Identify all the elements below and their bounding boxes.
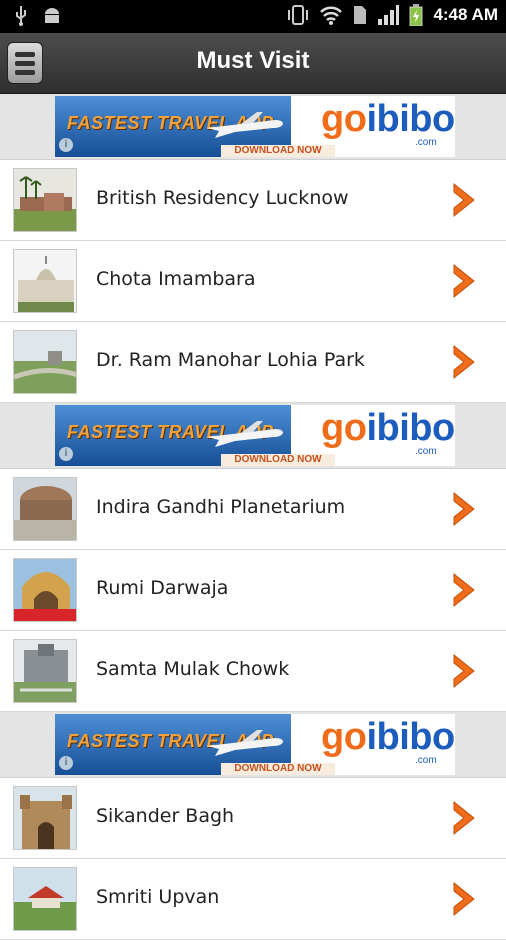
chevron-right-icon[interactable] [448,489,480,529]
place-thumbnail [13,477,77,541]
places-list: FASTEST TRAVEL APP i DOWNLOAD NOW goibib… [0,94,506,940]
chevron-right-icon[interactable] [448,879,480,919]
chevron-right-icon[interactable] [448,570,480,610]
place-thumbnail [13,786,77,850]
list-item[interactable]: Indira Gandhi Planetarium [0,469,506,550]
place-name: Indira Gandhi Planetarium [96,496,346,518]
clock: 4:48 AM [433,5,498,24]
ad-brand-suffix: .com [415,755,437,766]
airplane-icon [207,421,283,447]
signal-icon [378,5,400,25]
ad-brand-logo: goibibo [321,716,455,758]
list-item[interactable]: Rumi Darwaja [0,550,506,631]
app-header: Must Visit [0,33,506,94]
usb-icon [16,6,26,26]
list-item[interactable]: Dr. Ram Manohar Lohia Park [0,322,506,403]
battery-charging-icon [409,4,423,26]
ad-creative[interactable]: FASTEST TRAVEL APP i DOWNLOAD NOW goibib… [55,96,455,157]
sim-icon [354,6,367,24]
place-name: Rumi Darwaja [96,577,229,599]
page-title: Must Visit [196,47,310,74]
place-name: British Residency Lucknow [96,187,349,209]
place-thumbnail [13,249,77,313]
info-icon[interactable]: i [59,138,73,152]
ad-brand-logo: goibibo [321,407,455,449]
ad-banner[interactable]: FASTEST TRAVEL APP i DOWNLOAD NOW goibib… [0,94,506,160]
ad-brand-suffix: .com [415,137,437,148]
place-thumbnail [13,330,77,394]
info-icon[interactable]: i [59,756,73,770]
wifi-icon [320,6,343,25]
ad-banner[interactable]: FASTEST TRAVEL APP i DOWNLOAD NOW goibib… [0,712,506,778]
ad-banner[interactable]: FASTEST TRAVEL APP i DOWNLOAD NOW goibib… [0,403,506,469]
place-name: Dr. Ram Manohar Lohia Park [96,349,365,371]
chevron-right-icon[interactable] [448,180,480,220]
airplane-icon [207,730,283,756]
list-item[interactable]: Chota Imambara [0,241,506,322]
chevron-right-icon[interactable] [448,798,480,838]
android-icon [45,8,59,23]
ad-download-now[interactable]: DOWNLOAD NOW [221,454,335,466]
chevron-right-icon[interactable] [448,261,480,301]
ad-brand-suffix: .com [415,446,437,457]
ad-download-now[interactable]: DOWNLOAD NOW [221,145,335,157]
list-item[interactable]: Samta Mulak Chowk [0,631,506,712]
place-thumbnail [13,168,77,232]
place-name: Samta Mulak Chowk [96,658,290,680]
info-icon[interactable]: i [59,447,73,461]
place-name: Sikander Bagh [96,805,235,827]
ad-creative[interactable]: FASTEST TRAVEL APP i DOWNLOAD NOW goibib… [55,405,455,466]
status-bar: 4:48 AM [0,0,506,33]
airplane-icon [207,112,283,138]
place-name: Chota Imambara [96,268,256,290]
vibrate-icon [288,5,309,25]
place-thumbnail [13,558,77,622]
place-thumbnail [13,867,77,931]
chevron-right-icon[interactable] [448,342,480,382]
list-item[interactable]: British Residency Lucknow [0,160,506,241]
ad-download-now[interactable]: DOWNLOAD NOW [221,763,335,775]
chevron-right-icon[interactable] [448,651,480,691]
ad-creative[interactable]: FASTEST TRAVEL APP i DOWNLOAD NOW goibib… [55,714,455,775]
place-thumbnail [13,639,77,703]
list-item[interactable]: Sikander Bagh [0,778,506,859]
place-name: Smriti Upvan [96,886,220,908]
ad-brand-logo: goibibo [321,98,455,140]
